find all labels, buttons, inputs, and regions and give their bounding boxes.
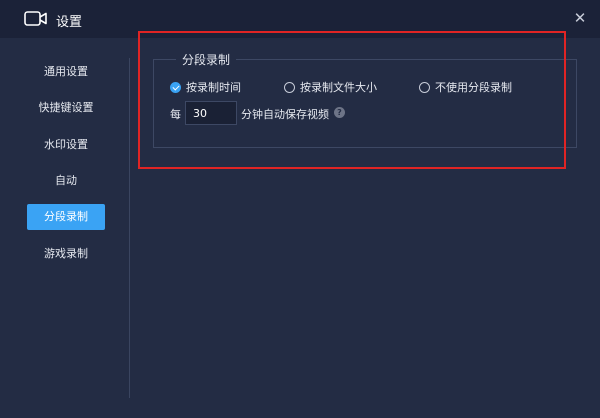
sidebar-item-hotkeys[interactable]: 快捷键设置 [27, 95, 105, 121]
sidebar-item-auto[interactable]: 自动 [27, 168, 105, 194]
sidebar-item-segment-recording[interactable]: 分段录制 [27, 204, 105, 230]
video-camera-icon [24, 11, 47, 26]
sidebar-item-watermark[interactable]: 水印设置 [27, 132, 105, 158]
sidebar-item-general[interactable]: 通用设置 [27, 59, 105, 85]
window-title: 设置 [56, 15, 83, 30]
settings-sidebar: 通用设置 快捷键设置 水印设置 自动 分段录制 游戏录制 [0, 38, 130, 418]
sidebar-divider [129, 58, 130, 398]
highlight-box [138, 31, 566, 169]
sidebar-item-game-recording[interactable]: 游戏录制 [27, 241, 105, 267]
close-icon[interactable]: ✕ [570, 8, 590, 28]
